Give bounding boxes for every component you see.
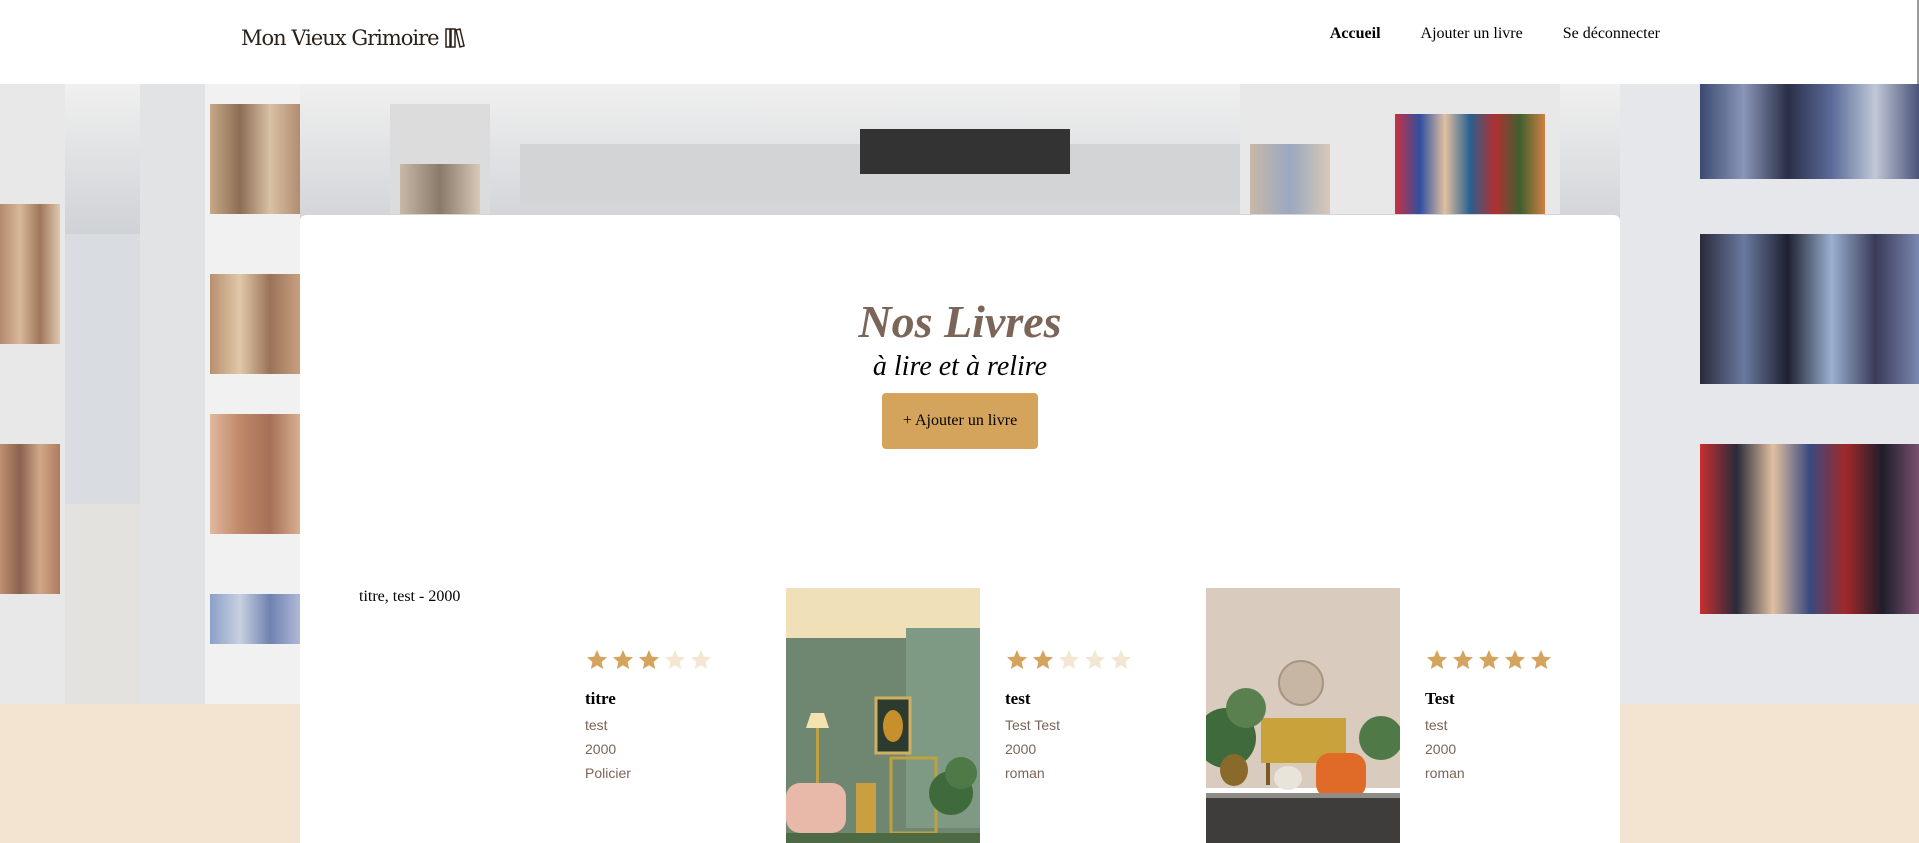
book-genre: roman [1005, 765, 1045, 781]
book-genre: roman [1425, 765, 1465, 781]
star-empty-icon [1085, 650, 1105, 669]
page-subtitle: à lire et à relire [872, 351, 1048, 382]
star-filled-icon [1033, 650, 1053, 669]
star-filled-icon [587, 650, 607, 669]
star-empty-icon [1059, 650, 1079, 669]
star-rating [1425, 648, 1553, 672]
books-section: Nos Livres à lire et à relire + Ajouter … [300, 215, 1620, 843]
book-year: 2000 [585, 741, 617, 757]
book-year: 2000 [1005, 741, 1037, 757]
book-author: test [585, 717, 608, 733]
site-header: Mon Vieux Grimoire Accueil Ajouter un li… [0, 0, 1919, 300]
book-title: titre [585, 689, 616, 708]
star-filled-icon [1531, 650, 1551, 669]
book-title: test [1005, 689, 1031, 708]
star-filled-icon [1453, 650, 1473, 669]
page-title: Nos Livres [858, 296, 1062, 347]
book-author: Test Test [1005, 717, 1060, 733]
star-filled-icon [1479, 650, 1499, 669]
book-cover-image[interactable] [786, 588, 980, 843]
book-genre: Policier [585, 765, 631, 781]
star-filled-icon [1505, 650, 1525, 669]
star-filled-icon [613, 650, 633, 669]
logo[interactable]: Mon Vieux Grimoire [241, 26, 465, 50]
book-cover-image[interactable] [1206, 588, 1400, 843]
book-title: Test [1425, 689, 1455, 708]
star-rating [1005, 648, 1133, 672]
star-rating [585, 648, 713, 672]
add-book-button[interactable]: + Ajouter un livre [882, 393, 1038, 449]
logo-text: Mon Vieux Grimoire [241, 26, 440, 50]
star-empty-icon [665, 650, 685, 669]
star-filled-icon [1427, 650, 1447, 669]
book-image-alt-text[interactable]: titre, test - 2000 [359, 588, 460, 606]
star-filled-icon [1007, 650, 1027, 669]
book-year: 2000 [1425, 741, 1457, 757]
star-empty-icon [691, 650, 711, 669]
star-filled-icon [639, 650, 659, 669]
nav-link-ajouter-livre[interactable]: Ajouter un livre [1421, 25, 1523, 43]
nav-link-se-deconnecter[interactable]: Se déconnecter [1563, 25, 1660, 43]
main-nav: Accueil Ajouter un livre Se déconnecter [1330, 25, 1660, 43]
books-icon [444, 28, 465, 48]
star-empty-icon [1111, 650, 1131, 669]
book-author: test [1425, 717, 1448, 733]
nav-link-accueil[interactable]: Accueil [1330, 25, 1381, 43]
